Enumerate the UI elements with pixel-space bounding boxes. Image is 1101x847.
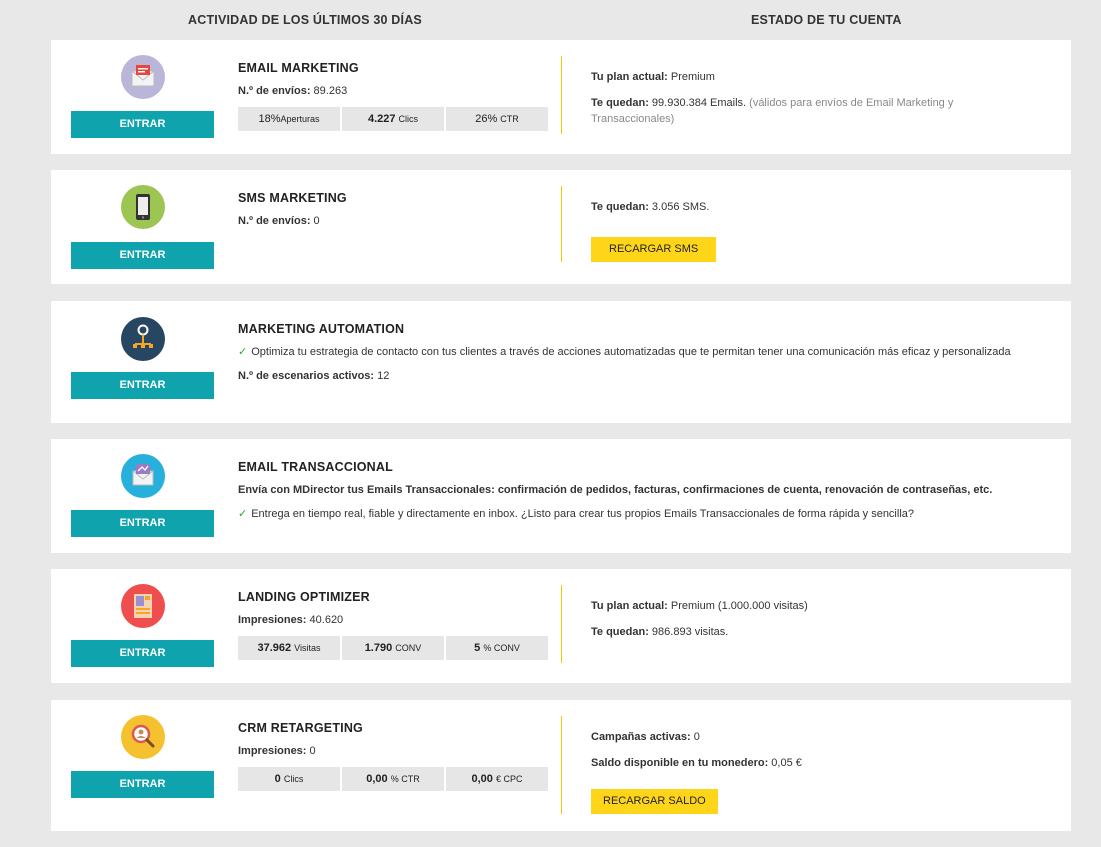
sends-value: 0	[313, 215, 320, 227]
impressions-label: Impresiones:	[238, 745, 307, 757]
divider	[561, 186, 562, 262]
stat-ctr: 26% CTR	[446, 107, 548, 131]
email-stats: 18%Aperturas 4.227 Clics 26% CTR	[238, 107, 548, 131]
stat-conv: 1.790 CONV	[342, 636, 444, 660]
email-marketing-title: EMAIL MARKETING	[238, 61, 359, 75]
enter-crm-retargeting-button[interactable]: ENTRAR	[71, 771, 214, 798]
wallet-value: 0,05 €	[771, 757, 802, 769]
marketing-automation-card: ENTRAR MARKETING AUTOMATION ✓ Optimiza tu…	[51, 301, 1071, 423]
automation-description: Optimiza tu estrategia de contacto con t…	[251, 346, 1011, 358]
email-marketing-card: ENTRAR EMAIL MARKETING N.º de envíos: 89…	[51, 40, 1071, 154]
recharge-balance-button[interactable]: RECARGAR SALDO	[591, 789, 718, 814]
transaccional-description: Envía con MDirector tus Emails Transacci…	[238, 484, 993, 496]
crm-retargeting-card: ENTRAR CRM RETARGETING Impresiones: 0 0 …	[51, 700, 1071, 831]
divider	[561, 56, 562, 134]
campaigns-label: Campañas activas:	[591, 731, 691, 743]
wallet-label: Saldo disponible en tu monedero:	[591, 757, 769, 769]
crm-stats: 0 Clics 0,00 % CTR 0,00 € CPC	[238, 767, 548, 791]
sends-label: N.º de envíos:	[238, 85, 311, 97]
remaining-label: Te quedan:	[591, 626, 649, 638]
transactional-envelope-icon	[121, 454, 165, 498]
account-status-header: ESTADO DE TU CUENTA	[751, 13, 902, 27]
campaigns-value: 0	[693, 731, 700, 743]
landing-stats: 37.962 Visitas 1.790 CONV 5 % CONV	[238, 636, 548, 660]
recharge-sms-button[interactable]: RECARGAR SMS	[591, 237, 717, 262]
enter-email-marketing-button[interactable]: ENTRAR	[71, 111, 214, 138]
enter-landing-optimizer-button[interactable]: ENTRAR	[71, 640, 214, 667]
impressions-label: Impresiones:	[238, 614, 307, 626]
marketing-automation-title: MARKETING AUTOMATION	[238, 322, 405, 336]
scenarios-label: N.º de escenarios activos:	[238, 370, 375, 382]
impressions-value: 40.620	[309, 614, 344, 626]
sms-marketing-title: SMS MARKETING	[238, 191, 347, 205]
magnifier-user-icon	[121, 715, 165, 759]
stat-clics: 4.227 Clics	[342, 107, 444, 131]
sms-marketing-card: ENTRAR SMS MARKETING N.º de envíos: 0 Te…	[51, 170, 1071, 284]
mobile-phone-icon	[121, 185, 165, 229]
stat-conv-percent: 5 % CONV	[446, 636, 548, 660]
remaining-label: Te quedan:	[591, 201, 649, 213]
plan-label: Tu plan actual:	[591, 600, 668, 612]
plan-value: Premium	[670, 71, 715, 83]
remaining-value: 986.893 visitas.	[651, 626, 729, 638]
enter-marketing-automation-button[interactable]: ENTRAR	[71, 372, 214, 399]
transaccional-check-text: Entrega en tiempo real, fiable y directa…	[251, 508, 915, 520]
check-icon: ✓	[238, 508, 248, 520]
stat-clics: 0 Clics	[238, 767, 340, 791]
stat-visitas: 37.962 Visitas	[238, 636, 340, 660]
scenarios-value: 12	[377, 370, 390, 382]
email-transaccional-card: ENTRAR EMAIL TRANSACCIONAL Envía con MDi…	[51, 439, 1071, 553]
landing-optimizer-title: LANDING OPTIMIZER	[238, 590, 370, 604]
stat-cpc: 0,00 € CPC	[446, 767, 548, 791]
landing-page-icon	[121, 584, 165, 628]
sends-value: 89.263	[313, 85, 348, 97]
stat-aperturas: 18%Aperturas	[238, 107, 340, 131]
enter-sms-marketing-button[interactable]: ENTRAR	[71, 242, 214, 269]
check-icon: ✓	[238, 346, 248, 358]
activity-header: ACTIVIDAD DE LOS ÚLTIMOS 30 DÍAS	[188, 13, 422, 27]
impressions-value: 0	[309, 745, 316, 757]
plan-value: Premium (1.000.000 visitas)	[670, 600, 808, 612]
automation-flow-icon	[121, 317, 165, 361]
remaining-label: Te quedan:	[591, 97, 649, 109]
remaining-value: 99.930.384 Emails.	[651, 97, 747, 109]
remaining-value: 3.056 SMS.	[651, 201, 710, 213]
divider	[561, 716, 562, 814]
plan-label: Tu plan actual:	[591, 71, 668, 83]
landing-optimizer-card: ENTRAR LANDING OPTIMIZER Impresiones: 40…	[51, 569, 1071, 683]
enter-email-transaccional-button[interactable]: ENTRAR	[71, 510, 214, 537]
crm-retargeting-title: CRM RETARGETING	[238, 721, 363, 735]
envelope-icon	[121, 55, 165, 99]
email-transaccional-title: EMAIL TRANSACCIONAL	[238, 460, 393, 474]
stat-ctr: 0,00 % CTR	[342, 767, 444, 791]
sends-label: N.º de envíos:	[238, 215, 311, 227]
divider	[561, 585, 562, 663]
